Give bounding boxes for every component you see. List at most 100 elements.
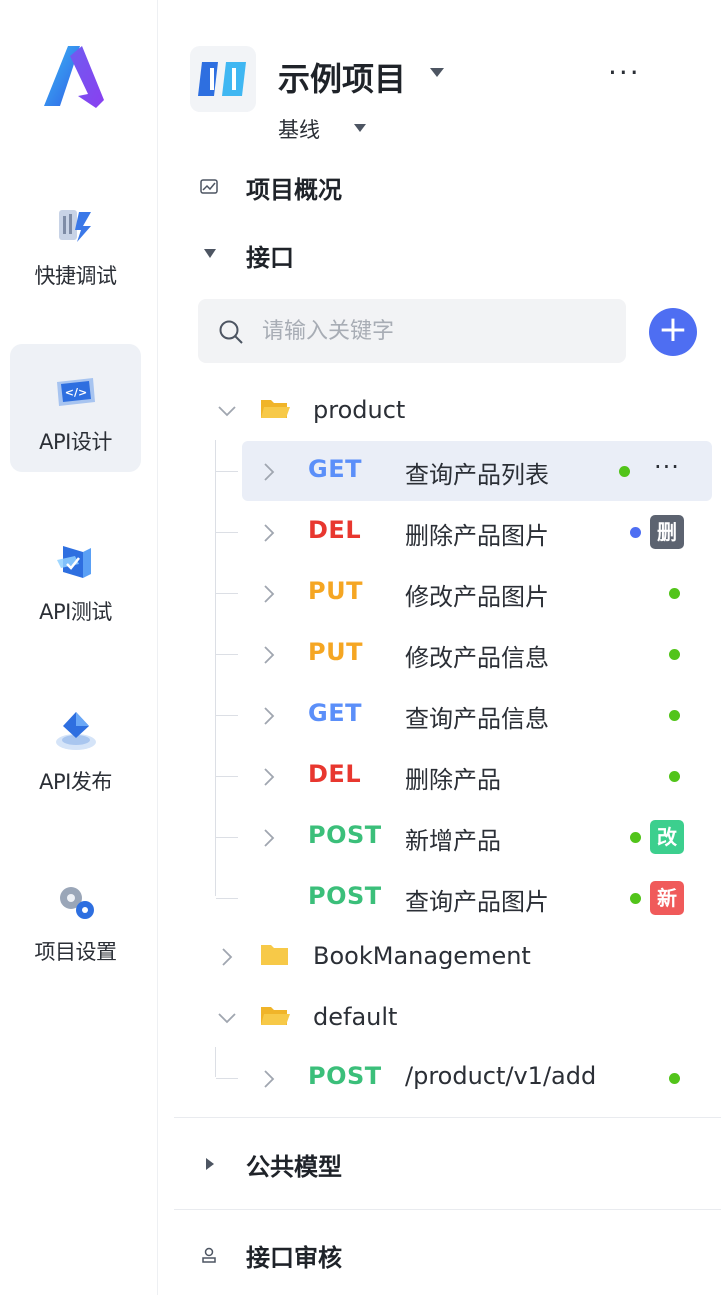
api-name: 新增产品 bbox=[405, 827, 501, 855]
rail-item-quick-debug[interactable]: 快捷调试 bbox=[10, 178, 141, 306]
chevron-right-icon[interactable] bbox=[256, 642, 282, 668]
folder-open-icon bbox=[261, 1007, 290, 1025]
project-name[interactable]: 示例项目 bbox=[278, 54, 406, 100]
baseline-dropdown-icon[interactable] bbox=[354, 124, 366, 132]
project-logo bbox=[190, 46, 256, 112]
tree-guide bbox=[216, 471, 238, 472]
api-name: 删除产品 bbox=[405, 766, 501, 794]
overview-icon bbox=[200, 179, 218, 194]
chevron-right-icon[interactable] bbox=[256, 703, 282, 729]
rail-label: API测试 bbox=[39, 600, 112, 624]
http-method: DEL bbox=[308, 516, 362, 544]
chevron-right-icon[interactable] bbox=[256, 764, 282, 790]
change-badge: 改 bbox=[650, 820, 684, 854]
api-name: 修改产品图片 bbox=[405, 583, 549, 611]
http-method: GET bbox=[308, 699, 362, 727]
folder-product[interactable]: product bbox=[158, 380, 721, 440]
folder-open-icon bbox=[261, 400, 290, 418]
http-method: PUT bbox=[308, 638, 363, 666]
rail-item-project-settings[interactable]: 项目设置 bbox=[10, 854, 141, 982]
api-item[interactable]: PUT 修改产品信息 bbox=[242, 624, 712, 684]
section-models[interactable]: 公共模型 bbox=[246, 1147, 342, 1182]
api-item[interactable]: POST 查询产品图片 新 bbox=[242, 868, 712, 928]
rail-label: API发布 bbox=[39, 770, 112, 794]
http-method: DEL bbox=[308, 760, 362, 788]
chevron-right-icon[interactable] bbox=[256, 520, 282, 546]
chevron-right-icon[interactable] bbox=[256, 825, 282, 851]
status-dot bbox=[669, 710, 680, 721]
row-more-icon[interactable]: ··· bbox=[654, 453, 680, 481]
chevron-down-icon[interactable] bbox=[214, 1005, 240, 1031]
api-name: 查询产品列表 bbox=[405, 461, 549, 489]
api-name: /product/v1/add bbox=[405, 1062, 597, 1090]
http-method: GET bbox=[308, 455, 362, 483]
app-logo[interactable] bbox=[38, 40, 110, 112]
search-icon bbox=[219, 320, 243, 344]
status-dot bbox=[669, 771, 680, 782]
folder-bookmanagement[interactable]: BookManagement bbox=[158, 926, 721, 986]
api-item[interactable]: DEL 删除产品图片 删 bbox=[242, 502, 712, 562]
chevron-right-icon[interactable] bbox=[256, 581, 282, 607]
rail-item-api-test[interactable]: API测试 bbox=[10, 514, 141, 642]
project-settings-icon bbox=[60, 887, 94, 919]
api-name: 删除产品图片 bbox=[405, 522, 549, 550]
status-dot bbox=[630, 832, 641, 843]
collapse-icon[interactable] bbox=[204, 249, 216, 258]
http-method: POST bbox=[308, 1062, 382, 1090]
chevron-right-icon[interactable] bbox=[256, 459, 282, 485]
folder-label: product bbox=[313, 396, 406, 424]
folder-icon bbox=[261, 945, 288, 965]
section-apis[interactable]: 接口 bbox=[246, 238, 294, 273]
divider bbox=[174, 1209, 721, 1210]
status-dot bbox=[630, 893, 641, 904]
tree-guide bbox=[216, 776, 238, 777]
change-badge: 新 bbox=[650, 881, 684, 915]
tree-guide bbox=[215, 1047, 216, 1077]
project-dropdown-icon[interactable] bbox=[430, 68, 444, 77]
api-item[interactable]: GET 查询产品信息 bbox=[242, 685, 712, 745]
baseline-selector[interactable]: 基线 bbox=[278, 114, 320, 144]
tree-guide bbox=[216, 532, 238, 533]
section-overview[interactable]: 项目概况 bbox=[246, 170, 342, 205]
rail-item-api-publish[interactable]: API发布 bbox=[10, 684, 141, 812]
chevron-right-icon[interactable] bbox=[214, 944, 240, 970]
api-publish-icon bbox=[56, 712, 96, 750]
rail-item-api-design[interactable]: </> API设计 bbox=[10, 344, 141, 472]
http-method: PUT bbox=[308, 577, 363, 605]
api-name: 查询产品信息 bbox=[405, 705, 549, 733]
chevron-down-icon[interactable] bbox=[214, 398, 240, 424]
section-review[interactable]: 接口审核 bbox=[246, 1238, 342, 1273]
http-method: POST bbox=[308, 821, 382, 849]
tree-guide bbox=[216, 715, 238, 716]
folder-default[interactable]: default bbox=[158, 987, 721, 1047]
folder-label: default bbox=[313, 1003, 398, 1031]
api-item[interactable]: POST/product/v1/add bbox=[242, 1048, 712, 1108]
tree-guide bbox=[216, 1078, 238, 1079]
expand-icon[interactable] bbox=[206, 1158, 214, 1170]
api-item[interactable]: DEL 删除产品 bbox=[242, 746, 712, 806]
api-item[interactable]: POST 新增产品 改 bbox=[242, 807, 712, 867]
tree-guide bbox=[215, 440, 216, 896]
tree-guide bbox=[216, 654, 238, 655]
api-item[interactable]: PUT 修改产品图片 bbox=[242, 563, 712, 623]
chevron-right-icon[interactable] bbox=[256, 1066, 282, 1092]
review-icon bbox=[202, 1247, 216, 1263]
rail-label: API设计 bbox=[39, 430, 112, 454]
api-design-icon: </> bbox=[57, 378, 95, 406]
api-test-icon bbox=[57, 546, 91, 578]
rail-label: 快捷调试 bbox=[34, 264, 118, 288]
http-method: POST bbox=[308, 882, 382, 910]
tree-guide bbox=[216, 593, 238, 594]
api-item[interactable]: GET 查询产品列表 ··· bbox=[242, 441, 712, 501]
folder-label: BookManagement bbox=[313, 942, 531, 970]
api-name: 查询产品图片 bbox=[405, 888, 549, 916]
status-dot bbox=[669, 649, 680, 660]
api-name: 修改产品信息 bbox=[405, 644, 549, 672]
add-api-button[interactable]: + bbox=[649, 308, 697, 356]
status-dot bbox=[669, 1073, 680, 1084]
quick-debug-icon bbox=[59, 210, 91, 242]
change-badge: 删 bbox=[650, 515, 684, 549]
status-dot bbox=[669, 588, 680, 599]
project-more-icon[interactable]: ··· bbox=[608, 56, 641, 89]
search-input[interactable] bbox=[262, 299, 612, 363]
